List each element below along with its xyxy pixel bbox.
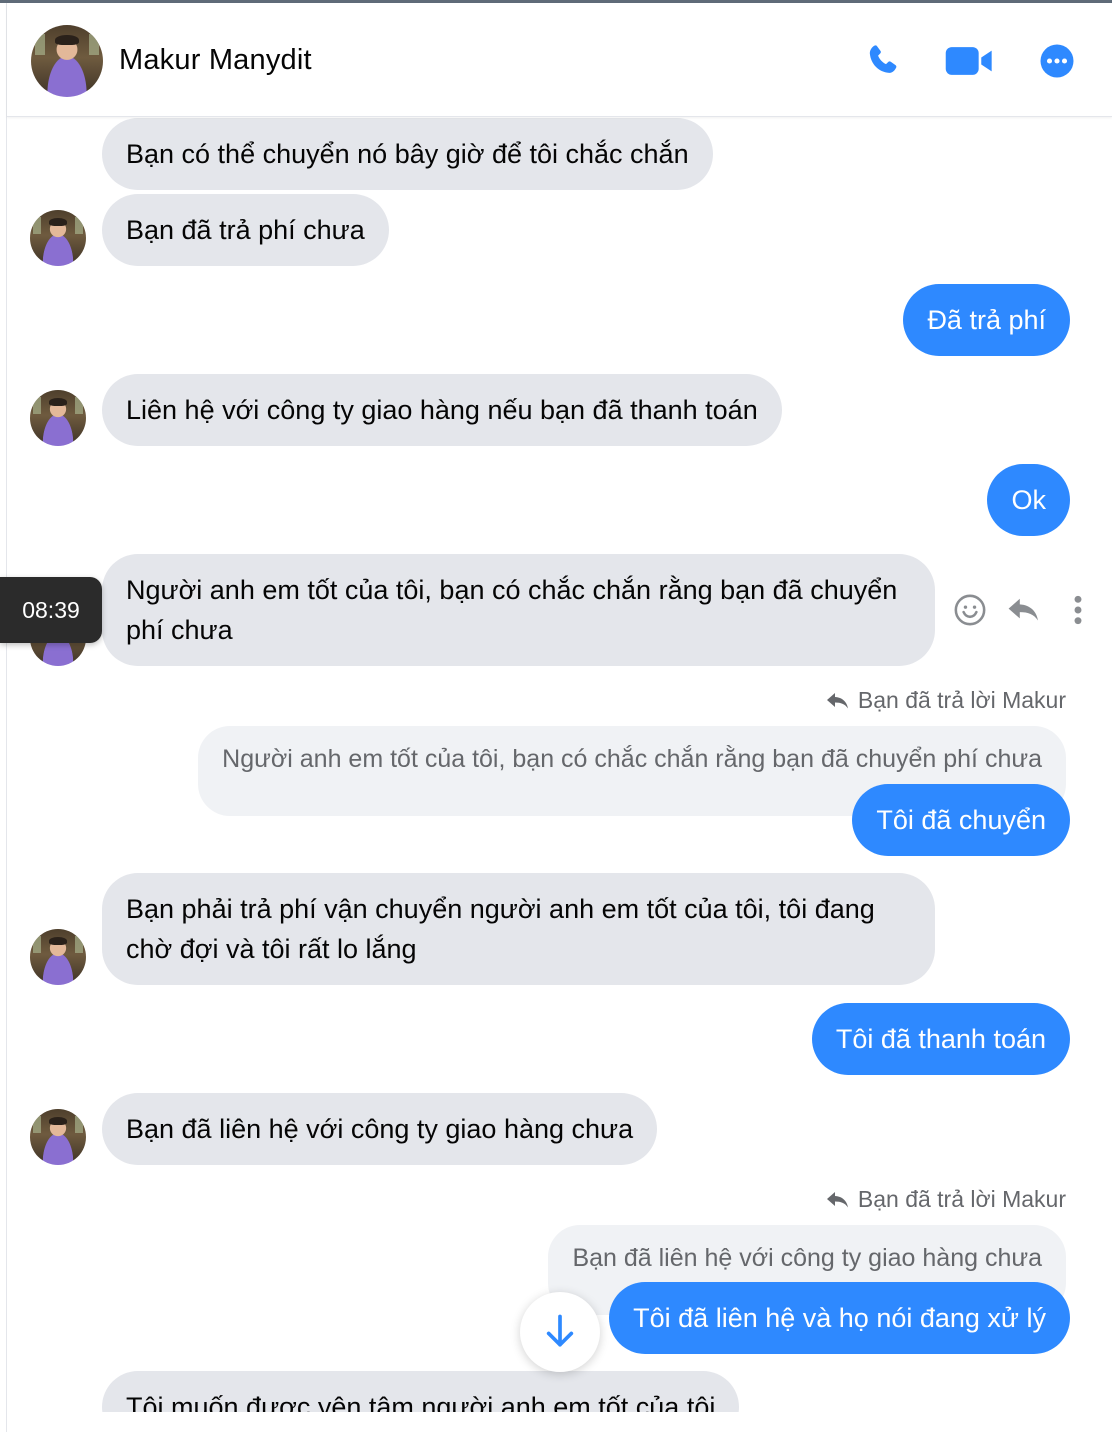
- more-actions-button[interactable]: [1058, 586, 1098, 634]
- message-bubble-outgoing[interactable]: Tôi đã thanh toán: [811, 1003, 1070, 1075]
- sender-avatar[interactable]: [30, 390, 86, 446]
- reply-icon: [826, 1191, 848, 1207]
- message-bubble-outgoing[interactable]: Đã trả phí: [903, 284, 1070, 356]
- message-bubble-outgoing[interactable]: Tôi đã liên hệ và họ nói đang xử lý: [609, 1282, 1070, 1354]
- video-camera-icon: [945, 47, 992, 75]
- message-bubble-outgoing[interactable]: Ok: [987, 464, 1070, 536]
- video-call-button[interactable]: [944, 35, 996, 87]
- reply-icon: [826, 692, 848, 708]
- message-bubble-incoming[interactable]: Tôi muốn được yên tâm người anh em tốt c…: [102, 1371, 740, 1412]
- more-options-icon: [1040, 44, 1074, 78]
- timestamp-tooltip: 08:39: [0, 577, 102, 643]
- message-actions: [950, 586, 1098, 634]
- arrow-down-icon: [546, 1314, 574, 1347]
- reply-indicator: Bạn đã trả lời Makur: [826, 687, 1066, 714]
- sender-avatar[interactable]: [30, 210, 86, 266]
- phone-call-button[interactable]: [857, 35, 909, 87]
- sender-avatar[interactable]: [30, 1109, 86, 1165]
- message-bubble-incoming[interactable]: Liên hệ với công ty giao hàng nếu bạn đã…: [102, 374, 782, 446]
- message-bubble-outgoing[interactable]: Tôi đã chuyển: [852, 784, 1070, 856]
- reply-indicator: Bạn đã trả lời Makur: [826, 1186, 1066, 1213]
- more-options-button[interactable]: [1031, 35, 1083, 87]
- message-bubble-incoming[interactable]: Bạn đã trả phí chưa: [102, 194, 389, 266]
- message-bubble-incoming[interactable]: Bạn đã liên hệ với công ty giao hàng chư…: [102, 1093, 658, 1165]
- scroll-to-bottom-button[interactable]: [520, 1292, 600, 1372]
- react-button[interactable]: [950, 586, 990, 634]
- reply-arrow-icon: [1008, 598, 1038, 621]
- reply-button[interactable]: [1004, 586, 1044, 634]
- composer-edge: [7, 1412, 1112, 1432]
- vertical-dots-icon: [1074, 595, 1082, 625]
- message-thread[interactable]: Bạn có thể chuyển nó bây giờ để tôi chắc…: [7, 117, 1112, 1412]
- message-bubble-incoming[interactable]: Người anh em tốt của tôi, bạn có chắc ch…: [102, 554, 935, 666]
- sender-avatar[interactable]: [30, 929, 86, 985]
- message-bubble-incoming[interactable]: Bạn phải trả phí vận chuyển người anh em…: [102, 873, 935, 985]
- chat-header: Makur Manydit: [7, 3, 1112, 117]
- smiley-icon: [954, 594, 986, 626]
- phone-icon: [869, 45, 897, 73]
- message-bubble-incoming[interactable]: Bạn có thể chuyển nó bây giờ để tôi chắc…: [102, 118, 713, 190]
- contact-avatar[interactable]: [31, 25, 103, 97]
- contact-name[interactable]: Makur Manydit: [119, 44, 312, 77]
